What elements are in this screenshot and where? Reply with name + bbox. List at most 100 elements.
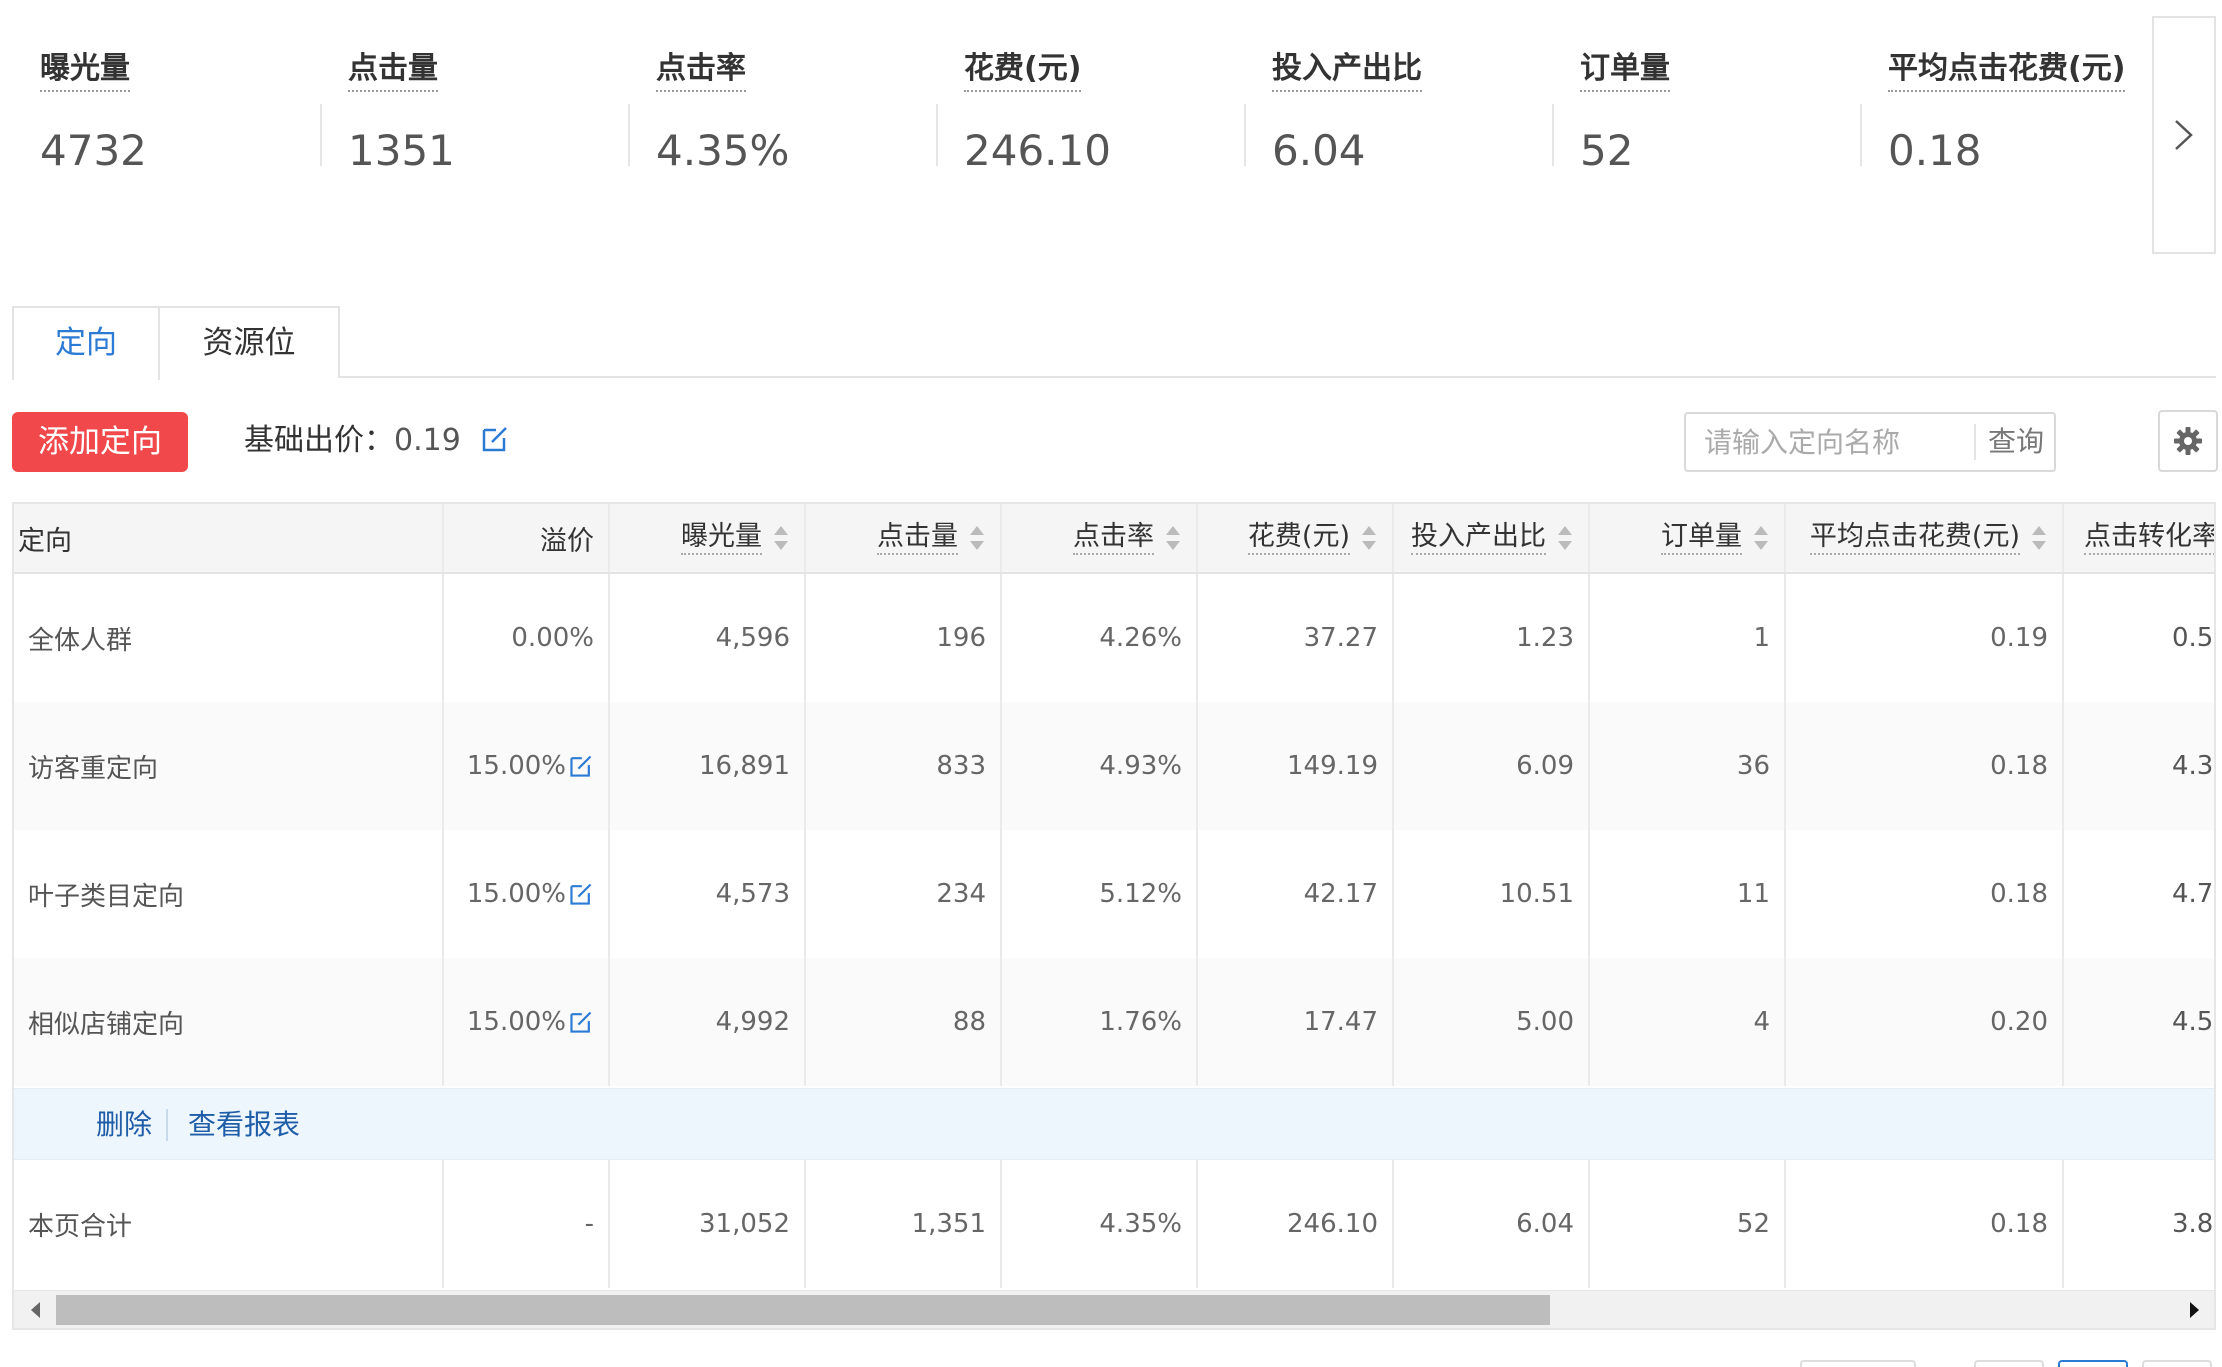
cell-clicks: 88 (806, 958, 1002, 1086)
cell-clicks: 234 (806, 830, 1002, 958)
sort-icon[interactable] (1556, 523, 1574, 553)
cell-cost: 37.27 (1198, 574, 1394, 702)
kpi-orders[interactable]: 订单量 52 (1552, 0, 1860, 256)
scrollbar-thumb[interactable] (56, 1295, 1550, 1325)
cell-ctr: 4.26% (1002, 574, 1198, 702)
page-button[interactable] (2058, 1360, 2128, 1367)
view-report-link[interactable]: 查看报表 (188, 1089, 300, 1161)
table-row[interactable]: 相似店铺定向 15.00% 4,992 88 1.76% 17.47 5.00 … (14, 958, 2214, 1086)
kpi-label: 投入产出比 (1272, 50, 1422, 92)
sort-icon[interactable] (1752, 523, 1770, 553)
col-label: 点击量 (877, 521, 958, 555)
sort-icon[interactable] (2030, 523, 2048, 553)
cell-impressions: 31,052 (610, 1160, 806, 1288)
cell-cvr: 4.55% (2064, 958, 2214, 1086)
cell-cvr: 3.85% (2064, 1160, 2214, 1288)
kpi-label: 订单量 (1580, 50, 1670, 92)
cell-avg-cpc: 0.18 (1786, 702, 2064, 830)
cell-ctr: 4.35% (1002, 1160, 1198, 1288)
delete-link[interactable]: 删除 (96, 1089, 152, 1161)
scroll-right-arrow[interactable] (2176, 1291, 2212, 1328)
kpi-divider (1860, 104, 1862, 166)
kpi-avg-cpc[interactable]: 平均点击花费(元) 0.18 (1860, 0, 2168, 256)
sort-icon[interactable] (772, 523, 790, 553)
gear-icon (2174, 427, 2202, 455)
search-button[interactable]: 查询 (1974, 424, 2056, 460)
toolbar: 添加定向 基础出价：0.19 查询 (12, 410, 2218, 476)
cell-orders: 1 (1590, 574, 1786, 702)
col-header-impressions[interactable]: 曝光量 (610, 504, 806, 572)
edit-icon[interactable] (568, 753, 594, 779)
search-box: 查询 (1684, 412, 2056, 472)
col-header-clicks[interactable]: 点击量 (806, 504, 1002, 572)
table-total-row: 本页合计 - 31,052 1,351 4.35% 246.10 6.04 52… (14, 1160, 2214, 1288)
table-row[interactable]: 访客重定向 15.00% 16,891 833 4.93% 149.19 6.0… (14, 702, 2214, 830)
kpi-value: 4.35% (656, 126, 790, 175)
cell-premium: 15.00% (444, 958, 610, 1086)
cell-clicks: 196 (806, 574, 1002, 702)
cell-impressions: 4,596 (610, 574, 806, 702)
kpi-cost[interactable]: 花费(元) 246.10 (936, 0, 1244, 256)
sort-icon[interactable] (968, 523, 986, 553)
col-header-ctr[interactable]: 点击率 (1002, 504, 1198, 572)
cell-impressions: 4,992 (610, 958, 806, 1086)
kpi-label: 点击率 (656, 50, 746, 92)
next-page-button[interactable] (2142, 1360, 2212, 1367)
cell-roi: 1.23 (1394, 574, 1590, 702)
kpi-ctr[interactable]: 点击率 4.35% (628, 0, 936, 256)
sort-icon[interactable] (1164, 523, 1182, 553)
kpi-divider (1244, 104, 1246, 166)
col-label: 点击率 (1073, 521, 1154, 555)
kpi-divider (628, 104, 630, 166)
cell-clicks: 833 (806, 702, 1002, 830)
tab-targeting[interactable]: 定向 (12, 306, 160, 380)
col-header-cvr[interactable]: 点击转化率 (2064, 504, 2214, 572)
cell-orders: 36 (1590, 702, 1786, 830)
kpi-next-button[interactable] (2152, 16, 2216, 254)
cell-targeting: 本页合计 (14, 1160, 444, 1288)
cell-premium: 0.00% (444, 574, 610, 702)
kpi-roi[interactable]: 投入产出比 6.04 (1244, 0, 1552, 256)
col-label: 投入产出比 (1411, 521, 1546, 555)
kpi-divider (320, 104, 322, 166)
add-targeting-button[interactable]: 添加定向 (12, 412, 188, 472)
col-label: 点击转化率 (2084, 521, 2214, 555)
cell-orders: 11 (1590, 830, 1786, 958)
prev-page-button[interactable] (1974, 1360, 2044, 1367)
table-row[interactable]: 全体人群 0.00% 4,596 196 4.26% 37.27 1.23 1 … (14, 574, 2214, 702)
tab-bar: 定向 资源位 (12, 306, 2216, 380)
settings-button[interactable] (2158, 410, 2218, 472)
cell-premium: - (444, 1160, 610, 1288)
cell-clicks: 1,351 (806, 1160, 1002, 1288)
page-size-select[interactable] (1800, 1360, 1916, 1367)
tab-resource-slot[interactable]: 资源位 (158, 306, 340, 378)
cell-impressions: 16,891 (610, 702, 806, 830)
edit-icon[interactable] (480, 424, 510, 454)
chevron-right-icon (2175, 120, 2193, 150)
kpi-value: 1351 (348, 126, 455, 175)
col-header-roi[interactable]: 投入产出比 (1394, 504, 1590, 572)
row-actions: 删除 查看报表 (14, 1088, 2214, 1161)
edit-icon[interactable] (568, 881, 594, 907)
col-header-orders[interactable]: 订单量 (1590, 504, 1786, 572)
horizontal-scrollbar[interactable] (14, 1290, 2214, 1328)
kpi-impressions[interactable]: 曝光量 4732 (12, 0, 320, 256)
kpi-label: 曝光量 (40, 50, 130, 92)
kpi-label: 点击量 (348, 50, 438, 92)
kpi-strip: 曝光量 4732 点击量 1351 点击率 4.35% 花费(元) 246.10… (12, 0, 2142, 256)
sort-icon[interactable] (1360, 523, 1378, 553)
premium-value: 15.00% (466, 879, 566, 909)
col-header-premium: 溢价 (444, 504, 610, 572)
edit-icon[interactable] (568, 1009, 594, 1035)
scroll-left-arrow[interactable] (18, 1291, 54, 1328)
col-header-cost[interactable]: 花费(元) (1198, 504, 1394, 572)
col-header-avg-cpc[interactable]: 平均点击花费(元) (1786, 504, 2064, 572)
kpi-value: 4732 (40, 126, 147, 175)
cell-cost: 17.47 (1198, 958, 1394, 1086)
cell-roi: 10.51 (1394, 830, 1590, 958)
base-bid-value: 0.19 (394, 423, 461, 458)
col-label: 平均点击花费(元) (1809, 521, 2020, 555)
kpi-clicks[interactable]: 点击量 1351 (320, 0, 628, 256)
table-row[interactable]: 叶子类目定向 15.00% 4,573 234 5.12% 42.17 10.5… (14, 830, 2214, 958)
cell-cvr: 0.51% (2064, 574, 2214, 702)
